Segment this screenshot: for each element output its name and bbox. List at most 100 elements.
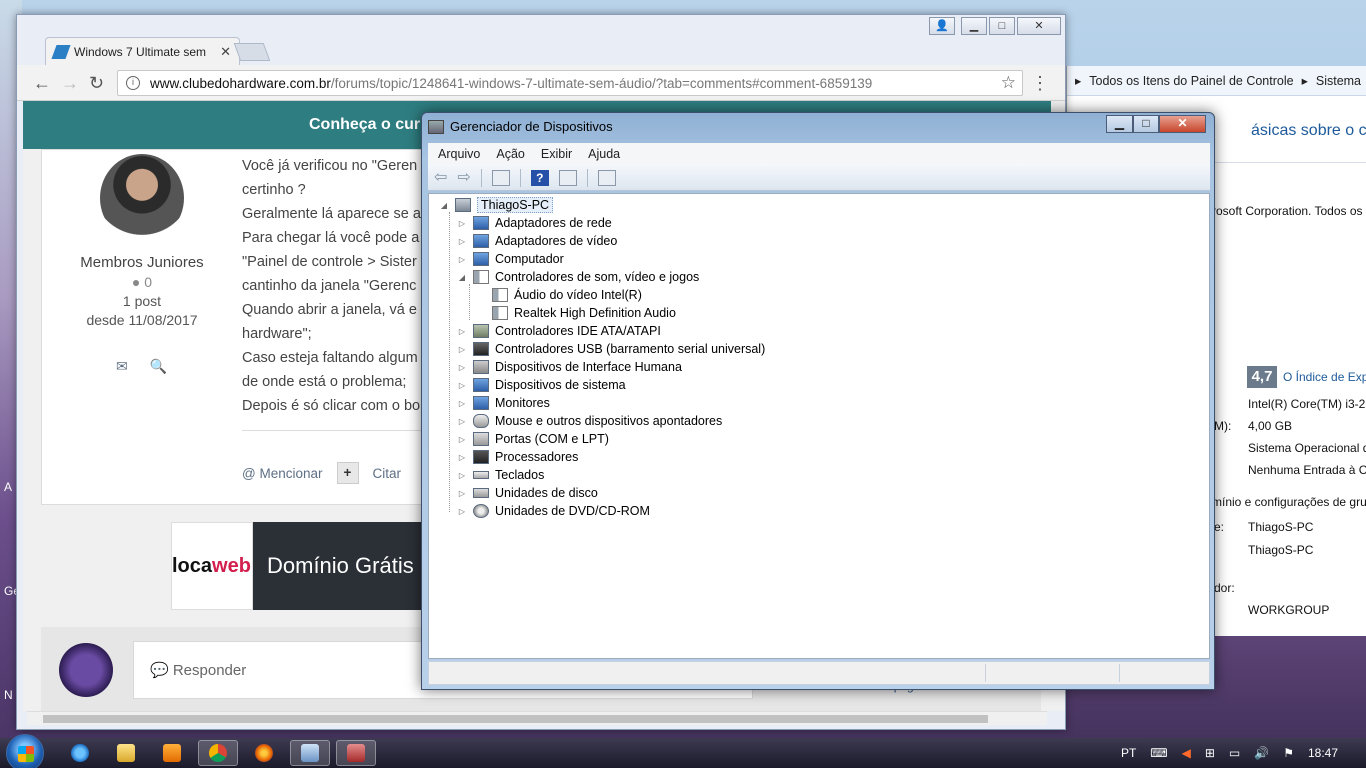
forward-icon[interactable]: →	[61, 73, 79, 94]
scrollbar-thumb[interactable]	[43, 715, 988, 723]
mail-icon[interactable]: ✉	[116, 358, 128, 374]
menu-icon[interactable]: ⋮	[1031, 73, 1049, 94]
tree-item[interactable]: ▷ Monitores	[457, 394, 550, 412]
start-button[interactable]	[6, 734, 44, 768]
multiquote-button[interactable]: +	[336, 462, 359, 484]
properties-icon[interactable]	[491, 169, 510, 186]
tree-item[interactable]: ▷ Adaptadores de vídeo	[457, 232, 617, 250]
keyboard-icon	[473, 471, 489, 479]
maximize-button[interactable]: □	[1133, 115, 1159, 133]
language-indicator[interactable]: PT	[1121, 746, 1136, 760]
processor-icon	[473, 450, 489, 464]
tree-item[interactable]: Áudio do vídeo Intel(R)	[492, 286, 642, 304]
expand-icon[interactable]: ▷	[457, 453, 467, 462]
expand-icon[interactable]: ▷	[457, 219, 467, 228]
tree-item[interactable]: ▷ Processadores	[457, 448, 578, 466]
author-avatar[interactable]	[100, 154, 184, 242]
expand-icon[interactable]: ▷	[457, 363, 467, 372]
expand-icon[interactable]: ▷	[457, 399, 467, 408]
volume-icon[interactable]: 🔊	[1254, 746, 1269, 760]
clock[interactable]: 18:47	[1308, 746, 1338, 760]
new-tab-button[interactable]	[233, 43, 271, 61]
expand-icon[interactable]: ▷	[457, 255, 467, 264]
tree-item[interactable]: ▷ Portas (COM e LPT)	[457, 430, 609, 448]
breadcrumb-item[interactable]: Todos os Itens do Painel de Controle	[1089, 74, 1293, 88]
menu-ajuda[interactable]: Ajuda	[588, 147, 620, 161]
system-device-icon	[473, 378, 489, 392]
chrome-icon[interactable]	[198, 740, 238, 766]
menu-arquivo[interactable]: Arquivo	[438, 147, 480, 161]
reload-icon[interactable]: ↻	[89, 73, 104, 94]
expand-icon[interactable]: ▷	[457, 237, 467, 246]
advertisement[interactable]: loca web Domínio Grátis	[171, 522, 431, 610]
display-icon[interactable]: ▭	[1229, 746, 1240, 760]
minimize-button[interactable]: ▁	[961, 17, 987, 35]
divider	[586, 168, 588, 187]
show-hide-icon[interactable]	[558, 169, 577, 186]
back-icon[interactable]: ⇦	[434, 169, 447, 186]
address-bar[interactable]: i www.clubedohardware.com.br /forums/top…	[117, 70, 1023, 96]
performance-index-badge[interactable]: 4,7	[1247, 366, 1277, 388]
menu-acao[interactable]: Ação	[496, 147, 525, 161]
workgroup-value: WORKGROUP	[1248, 603, 1330, 617]
expand-icon[interactable]: ▷	[457, 345, 467, 354]
flag-icon[interactable]: ⚑	[1283, 746, 1294, 760]
breadcrumb-item[interactable]: Sistema	[1316, 74, 1361, 88]
firefox-icon[interactable]	[244, 740, 284, 766]
expand-icon[interactable]: ▷	[457, 471, 467, 480]
tree-item[interactable]: ▷ Teclados	[457, 466, 544, 484]
scan-hardware-icon[interactable]	[597, 169, 616, 186]
close-tab-icon[interactable]: ✕	[220, 44, 231, 60]
device-manager-icon[interactable]	[336, 740, 376, 766]
expand-icon[interactable]: ▷	[457, 327, 467, 336]
performance-index-link[interactable]: O Índice de Expe	[1283, 370, 1366, 384]
expand-icon[interactable]: ▷	[457, 489, 467, 498]
tree-item[interactable]: ▷ Unidades de DVD/CD-ROM	[457, 502, 650, 520]
breadcrumb[interactable]: ▸ Todos os Itens do Painel de Controle ▸…	[1067, 66, 1366, 96]
horizontal-scrollbar[interactable]	[27, 711, 1047, 725]
network-icon[interactable]: ⊞	[1205, 746, 1215, 760]
quote-button[interactable]: Citar	[373, 466, 402, 481]
forward-icon[interactable]: ⇨	[457, 169, 470, 186]
tree-item[interactable]: ▷ Computador	[457, 250, 564, 268]
desktop-icon-label[interactable]: A	[4, 480, 12, 494]
search-icon[interactable]: 🔍	[150, 358, 167, 374]
expand-icon[interactable]: ◢	[439, 201, 449, 210]
expand-icon[interactable]: ▷	[457, 381, 467, 390]
bookmark-star-icon[interactable]: ☆	[1001, 73, 1016, 93]
speaker-muted-icon[interactable]: ◀	[1182, 746, 1191, 760]
internet-explorer-icon[interactable]	[60, 740, 100, 766]
close-button[interactable]: ✕	[1017, 17, 1061, 35]
tree-item-label: Monitores	[495, 396, 550, 410]
expand-icon[interactable]: ▷	[457, 507, 467, 516]
mention-button[interactable]: @ Mencionar	[242, 466, 323, 481]
keyboard-icon[interactable]: ⌨	[1150, 746, 1167, 760]
expand-icon[interactable]: ▷	[457, 435, 467, 444]
divider	[519, 168, 521, 187]
info-icon[interactable]: i	[126, 76, 140, 90]
tree-item[interactable]: ▷ Controladores USB (barramento serial un…	[457, 340, 765, 358]
tree-item[interactable]: ▷ Adaptadores de rede	[457, 214, 612, 232]
tree-root[interactable]: ◢ ThiagoS-PC	[439, 196, 554, 214]
file-explorer-icon[interactable]	[106, 740, 146, 766]
tree-item[interactable]: ▷ Dispositivos de sistema	[457, 376, 626, 394]
help-icon[interactable]: ?	[530, 169, 549, 186]
user-icon[interactable]: 👤	[929, 17, 955, 35]
expand-icon[interactable]: ◢	[457, 273, 467, 282]
tree-item[interactable]: ▷ Mouse e outros dispositivos apontadores	[457, 412, 722, 430]
tree-item[interactable]: ▷ Unidades de disco	[457, 484, 598, 502]
close-button[interactable]: ✕	[1159, 115, 1206, 133]
maximize-button[interactable]: □	[989, 17, 1015, 35]
desktop-icon-label[interactable]: N	[4, 688, 13, 702]
expand-icon[interactable]: ▷	[457, 417, 467, 426]
tree-item[interactable]: ▷ Dispositivos de Interface Humana	[457, 358, 682, 376]
media-player-icon[interactable]	[152, 740, 192, 766]
back-icon[interactable]: ←	[33, 73, 51, 94]
tree-item[interactable]: ◢ Controladores de som, vídeo e jogos	[457, 268, 699, 286]
menu-exibir[interactable]: Exibir	[541, 147, 572, 161]
tree-item[interactable]: ▷ Controladores IDE ATA/ATAPI	[457, 322, 661, 340]
browser-tab[interactable]: Windows 7 Ultimate sem ✕	[45, 37, 240, 65]
minimize-button[interactable]: ▁	[1106, 115, 1133, 133]
control-panel-icon[interactable]	[290, 740, 330, 766]
tree-item[interactable]: Realtek High Definition Audio	[492, 304, 676, 322]
